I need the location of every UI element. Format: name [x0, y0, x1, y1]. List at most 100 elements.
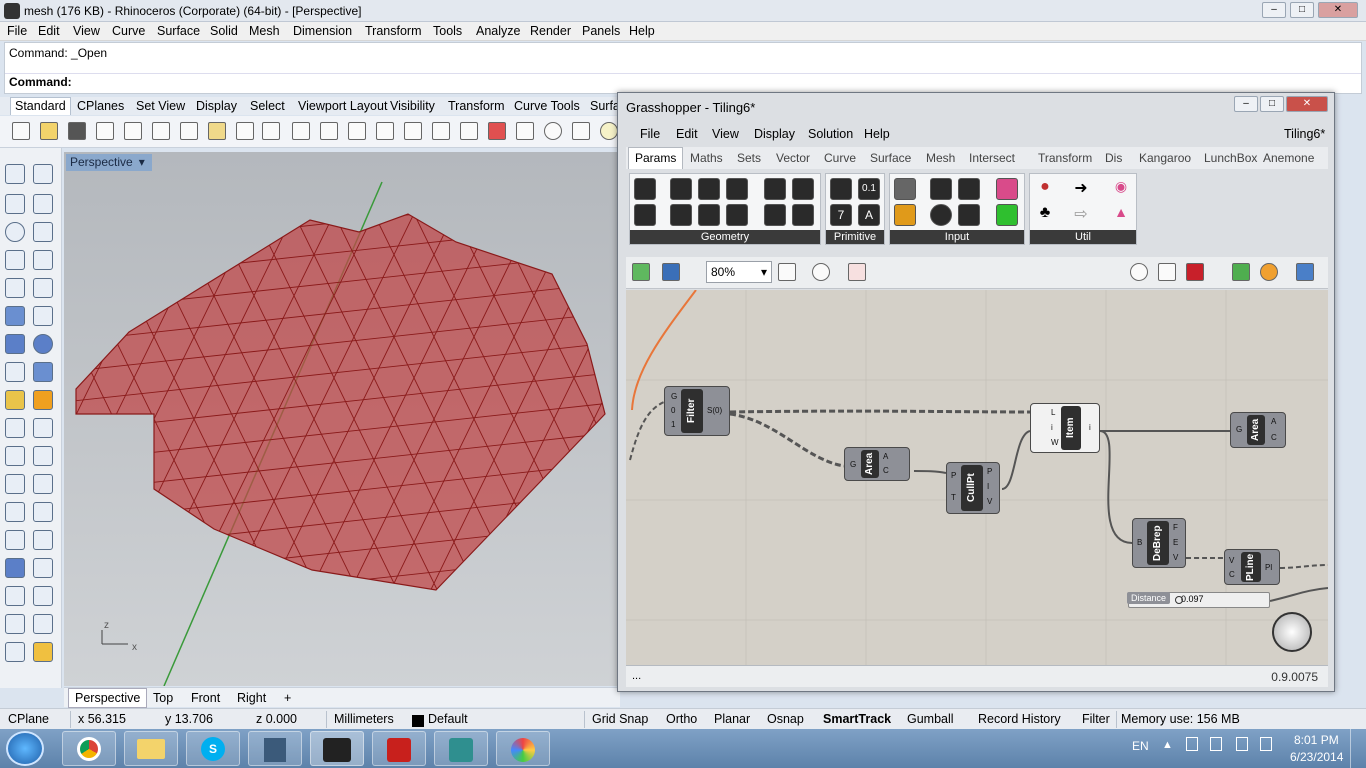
open-folder-icon[interactable] [40, 122, 58, 140]
maximize-button[interactable]: □ [1290, 2, 1314, 18]
tab-right[interactable]: Right [237, 691, 266, 705]
cullpt-input-t[interactable]: T [951, 493, 956, 502]
color-swatch-icon[interactable] [996, 204, 1018, 226]
gh-canvas[interactable]: Filter G 0 1 S(0) Area G A C CullPt P T … [626, 290, 1328, 665]
skype-icon[interactable]: S [186, 731, 240, 766]
geometry-param-icon[interactable] [634, 178, 656, 200]
viewport-canvas[interactable]: z x [64, 152, 620, 686]
import-icon[interactable] [124, 122, 142, 140]
scale-icon[interactable] [33, 474, 53, 494]
layer-icon[interactable] [572, 122, 590, 140]
item-input-l[interactable]: L [1051, 408, 1055, 417]
toggle-record-history[interactable]: Record History [978, 712, 1061, 726]
rotate-view-icon[interactable] [432, 122, 450, 140]
filter-input-g[interactable]: G [671, 392, 677, 401]
cherry-icon[interactable]: ● [1034, 178, 1056, 200]
cullpt-component[interactable]: CullPt P T P I V [946, 462, 1000, 514]
gh-maximize-button[interactable]: □ [1260, 96, 1284, 112]
save-document-icon[interactable] [662, 263, 680, 281]
analyze-icon[interactable] [5, 642, 25, 662]
tree-icon[interactable]: ♣ [1034, 204, 1056, 226]
status-cplane[interactable]: CPlane [8, 712, 49, 726]
item-input-w[interactable]: W [1051, 438, 1059, 447]
polyline-icon[interactable] [5, 194, 25, 214]
arrow-right-icon[interactable]: ➜ [1070, 178, 1092, 200]
bake-icon[interactable] [1232, 263, 1250, 281]
zoom-selected-icon[interactable] [404, 122, 422, 140]
pline-output[interactable]: Pl [1265, 563, 1272, 572]
slider-input-icon[interactable] [958, 178, 980, 200]
clock-time[interactable]: 8:01 PM [1294, 733, 1339, 747]
mesh-param-icon[interactable] [792, 178, 814, 200]
debrep-output-v[interactable]: V [1173, 553, 1178, 562]
media-player-icon[interactable] [248, 731, 302, 766]
toggle-input-icon[interactable] [930, 178, 952, 200]
flask-icon[interactable]: ▲ [1110, 204, 1132, 226]
copy-object-icon[interactable] [33, 418, 53, 438]
show-hidden-icons-icon[interactable]: ▲ [1162, 739, 1173, 751]
menu-solid[interactable]: Solid [210, 24, 238, 38]
autocad-icon[interactable] [434, 731, 488, 766]
select-arrow-icon[interactable] [5, 164, 25, 184]
menu-file[interactable]: File [7, 24, 27, 38]
material-icon[interactable] [1260, 263, 1278, 281]
align-icon[interactable] [33, 586, 53, 606]
slider-handle[interactable] [1175, 596, 1183, 604]
button-input-icon[interactable] [894, 178, 916, 200]
pline-component[interactable]: PLine V C Pl [1224, 549, 1280, 585]
area-2-input-g[interactable]: G [1236, 425, 1242, 434]
menu-edit[interactable]: Edit [38, 24, 60, 38]
tab-visibility[interactable]: Visibility [390, 99, 435, 113]
graph-mapper-icon[interactable] [894, 204, 916, 226]
polar-array-icon[interactable] [5, 586, 25, 606]
pline-input-c[interactable]: C [1229, 570, 1235, 579]
trim-icon[interactable] [33, 390, 53, 410]
gh-menu-edit[interactable]: Edit [676, 127, 698, 141]
curve-cv-icon[interactable] [33, 194, 53, 214]
area-1-output-c[interactable]: C [883, 466, 889, 475]
filter-component[interactable]: Filter G 0 1 S(0) [664, 386, 730, 436]
gh-tab-sets[interactable]: Sets [737, 151, 761, 165]
chevron-down-icon[interactable]: ▾ [761, 265, 767, 279]
curve-param-icon[interactable] [698, 178, 720, 200]
check-icon[interactable] [33, 614, 53, 634]
render-car-icon[interactable] [488, 122, 506, 140]
gh-menu-view[interactable]: View [712, 127, 739, 141]
debrep-output-f[interactable]: F [1173, 523, 1178, 532]
render-icon[interactable] [33, 642, 53, 662]
tab-cplanes[interactable]: CPlanes [77, 99, 124, 113]
gh-tab-vector[interactable]: Vector [776, 151, 810, 165]
tab-transform[interactable]: Transform [448, 99, 505, 113]
open-document-icon[interactable] [632, 263, 650, 281]
arrow-outline-icon[interactable]: ⇨ [1070, 204, 1092, 226]
gh-tab-kangaroo[interactable]: Kangaroo [1139, 151, 1191, 165]
explode-icon[interactable] [5, 390, 25, 410]
status-layer[interactable]: Default [428, 712, 468, 726]
fillet-icon[interactable] [33, 278, 53, 298]
perspective-viewport[interactable]: z x [64, 152, 620, 686]
gh-close-button[interactable]: ✕ [1286, 96, 1328, 112]
power-icon[interactable] [1210, 737, 1222, 751]
item-output[interactable]: i [1089, 423, 1091, 432]
document-settings-icon[interactable] [1296, 263, 1314, 281]
zoom-window-icon[interactable] [348, 122, 366, 140]
boolean-union-icon[interactable] [33, 334, 53, 354]
debrep-output-e[interactable]: E [1173, 538, 1178, 547]
hide-icon[interactable] [516, 122, 534, 140]
field-param-icon[interactable] [764, 204, 786, 226]
tab-add[interactable]: + [284, 691, 291, 705]
cullpt-output-i[interactable]: I [987, 482, 989, 491]
gh-tab-anemone[interactable]: Anemone [1263, 151, 1314, 165]
gh-tab-intersect[interactable]: Intersect [969, 151, 1015, 165]
menu-tools[interactable]: Tools [433, 24, 462, 38]
item-component[interactable]: Item L i W i [1030, 403, 1100, 453]
zoom-select[interactable]: 80% ▾ [706, 261, 772, 283]
solid-box-icon[interactable] [5, 558, 25, 578]
surface-param-icon[interactable] [726, 178, 748, 200]
integer-param-icon[interactable]: 7 [830, 204, 852, 226]
cullpt-output-v[interactable]: V [987, 497, 992, 506]
menu-transform[interactable]: Transform [365, 24, 422, 38]
undo-icon[interactable] [236, 122, 254, 140]
line-param-icon[interactable] [698, 204, 720, 226]
gh-menu-file[interactable]: File [640, 127, 660, 141]
